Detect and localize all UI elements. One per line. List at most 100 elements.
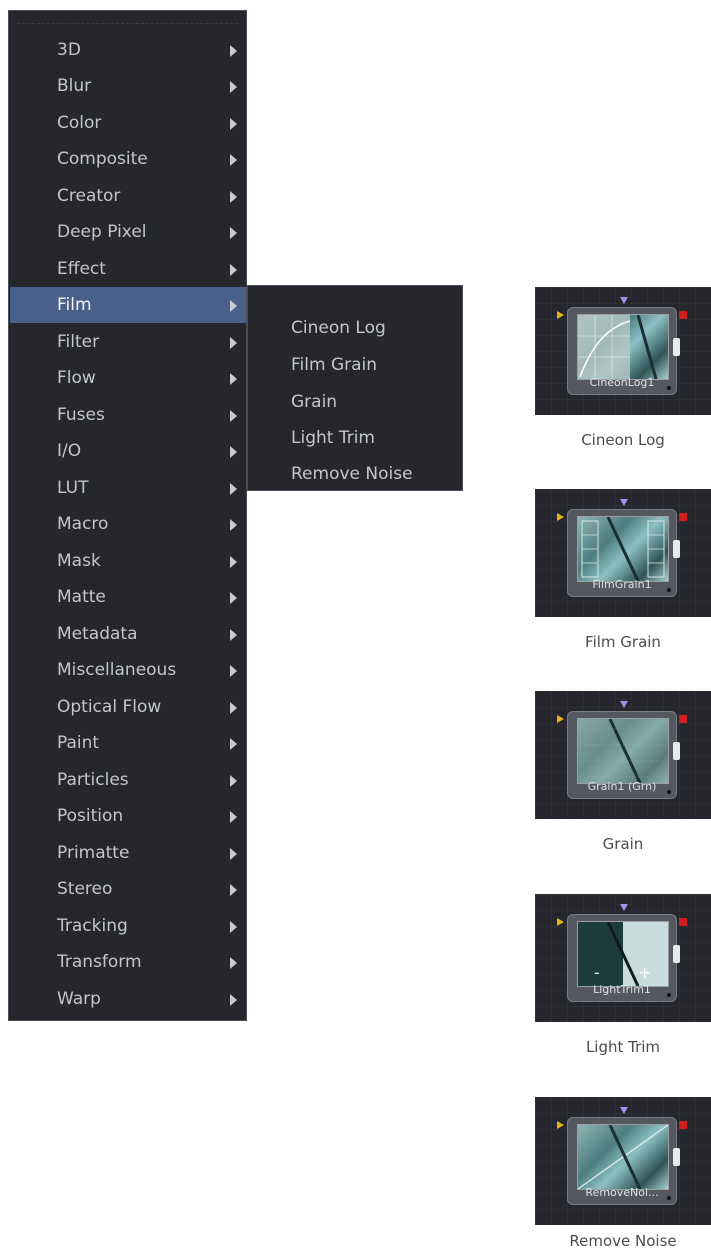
menu-item-label: Particles (57, 770, 129, 790)
menu-item-deep-pixel[interactable]: Deep Pixel (10, 214, 246, 250)
node-cineon-log[interactable]: CineonLog1 (567, 307, 680, 395)
menu-item-filter[interactable]: Filter (10, 324, 246, 360)
menu-item-transform[interactable]: Transform (10, 944, 246, 980)
submenu-arrow-icon (230, 994, 237, 1006)
submenu-arrow-icon (230, 738, 237, 750)
menu-item-label: Metadata (57, 624, 138, 644)
mask-input-port-icon[interactable] (620, 499, 628, 506)
menu-item-optical-flow[interactable]: Optical Flow (10, 689, 246, 725)
menu-item-label: Macro (57, 514, 109, 534)
submenu-item-grain[interactable]: Grain (248, 384, 462, 421)
mask-input-port-icon[interactable] (620, 1107, 628, 1114)
menu-item-io[interactable]: I/O (10, 433, 246, 469)
output-port-icon[interactable] (679, 513, 687, 521)
submenu-item-label: Remove Noise (291, 464, 413, 484)
submenu-arrow-icon (230, 227, 237, 239)
menu-item-film[interactable]: Film (10, 287, 246, 323)
node-thumbnail (577, 516, 669, 582)
submenu-arrow-icon (230, 957, 237, 969)
menu-item-label: Matte (57, 587, 106, 607)
node-status-dot (667, 588, 671, 592)
menu-item-effect[interactable]: Effect (10, 251, 246, 287)
node-side-tab (673, 742, 680, 760)
menu-item-label: Miscellaneous (57, 660, 177, 680)
node-grain[interactable]: Grain1 (Grn) (567, 711, 680, 799)
menu-item-label: Color (57, 113, 102, 133)
menu-item-particles[interactable]: Particles (10, 762, 246, 798)
submenu-item-film-grain[interactable]: Film Grain (248, 347, 462, 384)
submenu-item-label: Cineon Log (291, 318, 386, 338)
submenu-arrow-icon (230, 264, 237, 276)
menu-item-primatte[interactable]: Primatte (10, 835, 246, 871)
menu-item-label: I/O (57, 441, 82, 461)
menu-item-label: Optical Flow (57, 697, 162, 717)
node-panel-grain: Grain1 (Grn) (535, 691, 711, 819)
submenu-item-light-trim[interactable]: Light Trim (248, 420, 462, 457)
submenu-arrow-icon (230, 483, 237, 495)
output-port-icon[interactable] (679, 311, 687, 319)
submenu-arrow-icon (230, 300, 237, 312)
submenu-arrow-icon (230, 848, 237, 860)
submenu-item-remove-noise[interactable]: Remove Noise (248, 456, 462, 493)
node-title: CineonLog1 (589, 376, 655, 389)
input-port-icon[interactable] (557, 1121, 564, 1129)
menu-item-metadata[interactable]: Metadata (10, 616, 246, 652)
submenu-item-cineon-log[interactable]: Cineon Log (248, 310, 462, 347)
output-port-icon[interactable] (679, 1121, 687, 1129)
input-port-icon[interactable] (557, 715, 564, 723)
submenu-arrow-icon (230, 337, 237, 349)
menu-item-color[interactable]: Color (10, 105, 246, 141)
submenu-arrow-icon (230, 592, 237, 604)
submenu-arrow-icon (230, 45, 237, 57)
menu-item-label: Film (57, 295, 92, 315)
node-caption-film-grain: Film Grain (585, 633, 661, 651)
node-thumbnail (577, 314, 669, 380)
input-port-icon[interactable] (557, 311, 564, 319)
menu-item-3d[interactable]: 3D (10, 32, 246, 68)
node-caption-grain: Grain (602, 835, 644, 853)
node-thumbnail (577, 718, 669, 784)
menu-item-warp[interactable]: Warp (10, 981, 246, 1017)
node-status-dot (667, 790, 671, 794)
menu-item-stereo[interactable]: Stereo (10, 871, 246, 907)
node-remove-noise[interactable]: RemoveNoi... (567, 1117, 680, 1205)
submenu-arrow-icon (230, 81, 237, 93)
node-title: LightTrim1 (593, 983, 651, 996)
menu-item-blur[interactable]: Blur (10, 68, 246, 104)
submenu-item-label: Light Trim (291, 428, 375, 448)
menu-item-label: Effect (57, 259, 106, 279)
node-status-dot (667, 1196, 671, 1200)
output-port-icon[interactable] (679, 918, 687, 926)
menu-item-label: Primatte (57, 843, 130, 863)
node-side-tab (673, 338, 680, 356)
mask-input-port-icon[interactable] (620, 297, 628, 304)
menu-item-lut[interactable]: LUT (10, 470, 246, 506)
output-port-icon[interactable] (679, 715, 687, 723)
input-port-icon[interactable] (557, 513, 564, 521)
menu-item-label: Paint (57, 733, 100, 753)
menu-item-macro[interactable]: Macro (10, 506, 246, 542)
submenu-arrow-icon (230, 191, 237, 203)
node-light-trim[interactable]: - + LightTrim1 (567, 914, 680, 1002)
tools-menu: 3D Blur Color Composite Creator Deep Pix… (8, 10, 247, 1021)
menu-item-flow[interactable]: Flow (10, 360, 246, 396)
menu-item-miscellaneous[interactable]: Miscellaneous (10, 652, 246, 688)
submenu-arrow-icon (230, 373, 237, 385)
mask-input-port-icon[interactable] (620, 701, 628, 708)
light-trim-plus-glyph: + (638, 963, 651, 982)
menu-item-tracking[interactable]: Tracking (10, 908, 246, 944)
menu-item-label: Flow (57, 368, 96, 388)
menu-item-composite[interactable]: Composite (10, 141, 246, 177)
menu-item-mask[interactable]: Mask (10, 543, 246, 579)
input-port-icon[interactable] (557, 918, 564, 926)
menu-item-creator[interactable]: Creator (10, 178, 246, 214)
submenu-item-label: Grain (291, 392, 338, 412)
menu-item-position[interactable]: Position (10, 798, 246, 834)
menu-item-fuses[interactable]: Fuses (10, 397, 246, 433)
menu-item-paint[interactable]: Paint (10, 725, 246, 761)
submenu-arrow-icon (230, 410, 237, 422)
mask-input-port-icon[interactable] (620, 904, 628, 911)
node-thumbnail: - + (577, 921, 669, 987)
node-film-grain[interactable]: FilmGrain1 (567, 509, 680, 597)
menu-item-matte[interactable]: Matte (10, 579, 246, 615)
